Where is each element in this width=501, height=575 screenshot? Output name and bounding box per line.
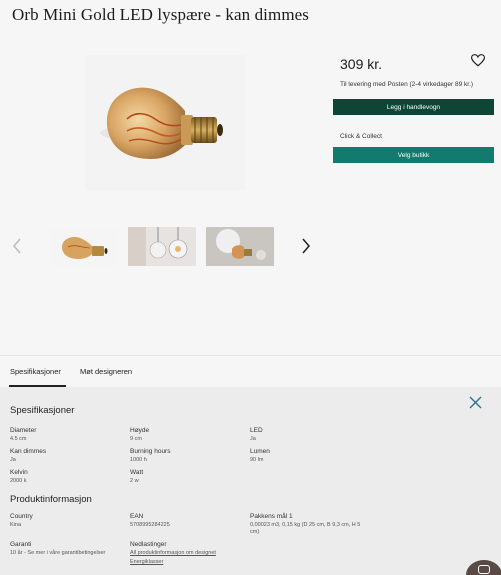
product-price: 309 kr. [340,56,383,72]
product-info-download-link[interactable]: All produktinformasjon om designet [130,550,216,556]
spec-label: Lumen [250,448,270,455]
specifications-panel [0,387,501,575]
spec-value: 5708995284225 [130,522,170,528]
spec-value: 2 w [130,478,139,484]
spec-label: Burning hours [130,448,171,455]
tab-meet-designer[interactable]: Møt designeren [80,367,132,376]
chevron-left-icon[interactable] [12,238,22,254]
thumbnail-3[interactable] [206,227,274,266]
add-to-cart-button[interactable]: Legg i handlevogn [333,99,494,115]
product-info-heading: Produktinformasjon [10,494,92,505]
spec-value: 0,00023 m3, 0,15 kg (D 25 cm, B 9,3 cm, … [250,522,361,535]
spec-value: 2000 k [10,478,27,484]
heart-icon[interactable] [471,54,485,67]
page-title: Orb Mini Gold LED lyspære - kan dimmes [12,5,310,24]
spec-label: Diameter [10,427,37,434]
spec-label: Watt [130,469,144,476]
tab-specifications[interactable]: Spesifikasjoner [10,367,61,376]
product-image [85,55,245,190]
spec-label: Garanti [10,541,32,548]
spec-value: 4.5 cm [10,436,27,442]
spec-label: Pakkens mål 1 [250,513,293,520]
spec-value: 1000 h [130,457,147,463]
spec-label: Country [10,513,33,520]
spec-label: LED [250,427,263,434]
energy-class-link[interactable]: Energiklasser [130,559,163,565]
delivery-info: Til levering med Posten (2-4 virkedager … [340,81,474,88]
chat-icon [478,565,490,574]
spec-label: Kan dimmes [10,448,47,455]
spec-value: Kina [10,522,22,528]
spec-value: 90 lm [250,457,264,463]
spec-value: Ja [10,457,16,463]
click-collect-label: Click & Collect [340,133,382,140]
tab-bar: Spesifikasjoner Møt designeren [0,355,501,387]
warranty-link[interactable]: 10 år - Se mer i våre garantibetingelser [10,550,105,556]
spec-label: Nedlastinger [130,541,167,548]
thumbnail-2[interactable] [128,227,196,266]
spec-value: Ja [250,436,256,442]
choose-store-button[interactable]: Velg butikk [333,147,494,163]
spec-label: EAN [130,513,144,520]
close-icon[interactable] [469,396,482,409]
spec-label: Kelvin [10,469,28,476]
thumbnail-1[interactable] [50,227,118,266]
spec-label: Høyde [130,427,150,434]
specifications-heading: Spesifikasjoner [10,405,75,416]
chevron-right-icon[interactable] [301,238,311,254]
spec-value: 9 cm [130,436,142,442]
